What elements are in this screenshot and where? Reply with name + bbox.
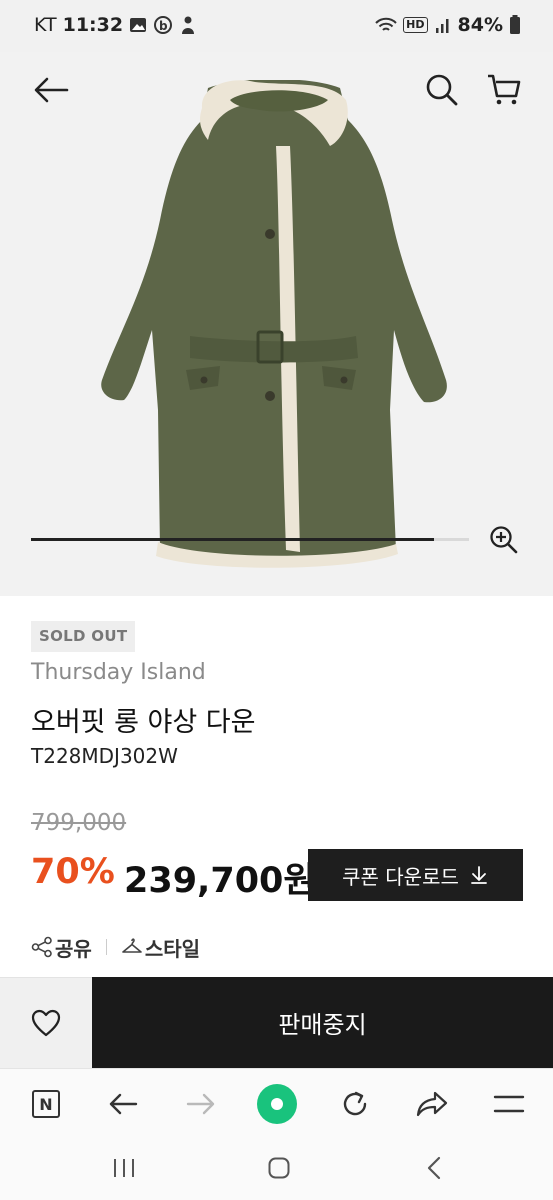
- gallery-progress-track: [31, 538, 469, 541]
- gallery-notification-icon: [130, 18, 147, 32]
- browser-share-button[interactable]: [407, 1079, 457, 1129]
- battery-percent: 84%: [457, 14, 503, 36]
- back-button[interactable]: [28, 72, 74, 108]
- brand-name[interactable]: Thursday Island: [31, 660, 206, 685]
- naver-n-icon: N: [32, 1090, 60, 1118]
- product-name: 오버핏 롱 야상 다운: [31, 707, 256, 738]
- share-style-row: 공유 스타일: [31, 930, 200, 964]
- product-image-gallery[interactable]: [0, 52, 553, 596]
- coupon-download-button[interactable]: 쿠폰 다운로드: [308, 849, 523, 901]
- chevron-left-icon: [427, 1156, 441, 1180]
- status-left: KT 11:32 b: [34, 14, 197, 36]
- menu-icon: [493, 1095, 525, 1113]
- zoom-button[interactable]: [486, 522, 522, 558]
- wishlist-button[interactable]: [0, 977, 92, 1068]
- share-button[interactable]: 공유: [31, 933, 92, 962]
- share-icon: [31, 936, 52, 958]
- cart-icon: [488, 74, 521, 105]
- hanger-icon: [122, 938, 142, 953]
- style-label: 스타일: [144, 936, 201, 961]
- recents-button[interactable]: [99, 1148, 149, 1188]
- share-arrow-icon: [416, 1091, 448, 1117]
- browser-toolbar: N: [0, 1068, 553, 1138]
- status-bar: KT 11:32 b HD 84%: [0, 0, 553, 52]
- browser-back-button[interactable]: [98, 1079, 148, 1129]
- divider: [105, 939, 107, 955]
- sale-price: 239,700원: [124, 861, 316, 901]
- hd-badge: HD: [403, 17, 428, 33]
- figure-notification-icon: [182, 16, 195, 34]
- home-button[interactable]: [254, 1148, 304, 1188]
- wifi-icon: [375, 17, 397, 31]
- cart-button[interactable]: [482, 69, 526, 111]
- arrow-right-icon: [186, 1093, 215, 1115]
- original-price: 799,000: [31, 810, 127, 836]
- system-navigation-bar: [0, 1138, 553, 1200]
- carrier-label: KT: [34, 14, 57, 36]
- refresh-icon: [343, 1091, 367, 1116]
- green-dot-button[interactable]: [252, 1079, 302, 1129]
- heart-icon: [31, 1009, 61, 1037]
- battery-icon: [510, 15, 520, 34]
- green-dot-icon: [257, 1084, 297, 1124]
- gallery-progress-fill: [31, 538, 434, 541]
- arrow-left-icon: [34, 77, 69, 103]
- home-icon: [268, 1157, 290, 1179]
- product-photo: [101, 80, 447, 568]
- svg-text:b: b: [159, 19, 168, 33]
- signal-icon: [435, 19, 449, 33]
- recents-icon: [114, 1159, 134, 1177]
- browser-forward-button[interactable]: [176, 1079, 226, 1129]
- coupon-download-label: 쿠폰 다운로드: [342, 864, 459, 889]
- stop-sale-label: 판매중지: [278, 1011, 367, 1039]
- clock: 11:32: [62, 14, 124, 36]
- zoom-in-icon: [490, 526, 518, 554]
- arrow-left-icon: [109, 1093, 138, 1115]
- system-back-button[interactable]: [409, 1148, 459, 1188]
- stop-sale-button[interactable]: 판매중지: [92, 977, 553, 1068]
- browser-home-button[interactable]: N: [21, 1079, 71, 1129]
- share-label: 공유: [55, 936, 92, 961]
- status-right: HD 84%: [375, 14, 521, 36]
- product-code: T228MDJ302W: [31, 744, 178, 768]
- browser-refresh-button[interactable]: [330, 1079, 380, 1129]
- sold-out-badge: SOLD OUT: [31, 621, 136, 652]
- download-icon: [470, 866, 487, 884]
- b-app-notification-icon: b: [154, 16, 173, 34]
- browser-menu-button[interactable]: [484, 1079, 534, 1129]
- style-button[interactable]: 스타일: [121, 933, 200, 962]
- discount-rate: 70%: [31, 852, 115, 892]
